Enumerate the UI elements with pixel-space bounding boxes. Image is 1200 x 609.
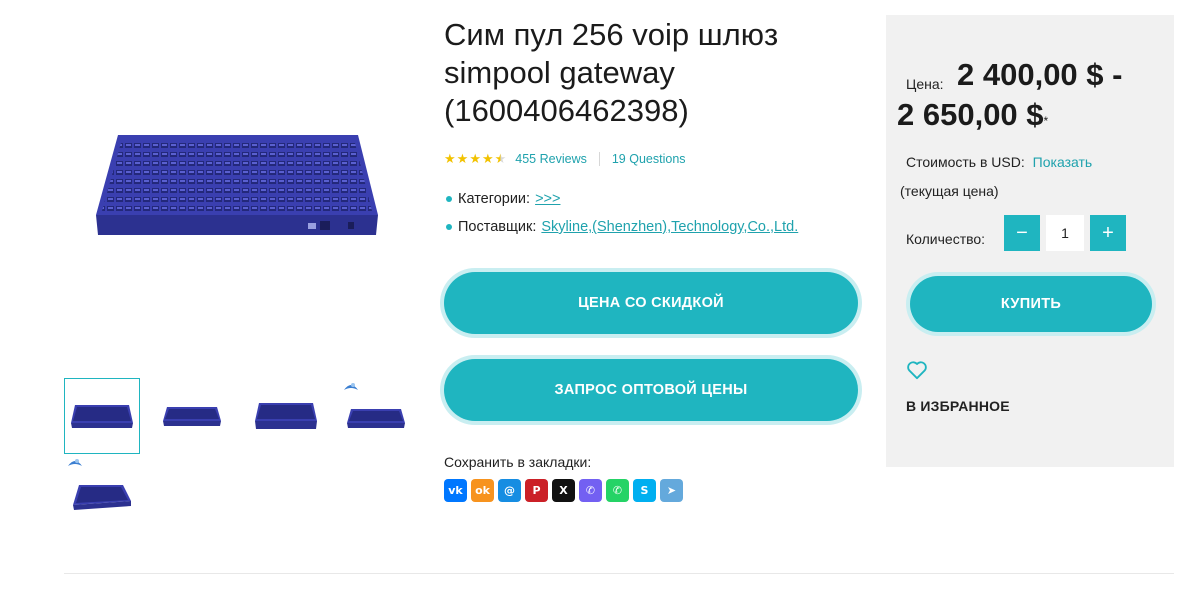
section-divider xyxy=(64,573,1174,574)
categories-line: Категории: >>> xyxy=(446,191,560,207)
telegram-icon[interactable]: ➤ xyxy=(660,479,683,502)
skype-icon[interactable]: S xyxy=(633,479,656,502)
thumbnail-image xyxy=(73,485,131,510)
price-panel: Цена: 2 400,00 $ - 2 650,00 $* Стоимость… xyxy=(886,15,1174,467)
wholesale-price-request-button[interactable]: ЗАПРОС ОПТОВОЙ ЦЕНЫ xyxy=(444,359,858,421)
main-product-image[interactable] xyxy=(70,20,405,350)
heart-icon[interactable] xyxy=(906,360,928,380)
thumbnail-image xyxy=(347,409,405,428)
product-title: Сим пул 256 voip шлюз simpool gateway (1… xyxy=(444,17,779,128)
odnoklassniki-icon[interactable]: ok xyxy=(471,479,494,502)
share-buttons: vk ok @ P X ✆ ✆ S ➤ xyxy=(444,479,683,502)
bullet-icon xyxy=(446,196,452,202)
gallery-thumbnail[interactable] xyxy=(154,378,230,454)
gallery-thumbnail[interactable] xyxy=(64,458,140,534)
gallery-thumbnail[interactable] xyxy=(338,378,414,454)
rating-row: ★ ★ ★ ★ ★ 455 Reviews 19 Questions xyxy=(444,150,686,168)
pinterest-icon[interactable]: P xyxy=(525,479,548,502)
quantity-increase-button[interactable]: + xyxy=(1090,215,1126,251)
usd-row: Стоимость в USD: Показать xyxy=(906,154,1092,170)
rating-stars: ★ ★ ★ ★ ★ xyxy=(444,151,506,167)
x-icon[interactable]: X xyxy=(552,479,575,502)
star-icon: ★ xyxy=(469,151,481,166)
thumbnail-image xyxy=(163,407,221,426)
reviews-link[interactable]: 455 Reviews xyxy=(515,152,587,166)
moimir-icon[interactable]: @ xyxy=(498,479,521,502)
gallery-thumbnail[interactable] xyxy=(64,378,140,454)
star-icon: ★ xyxy=(456,151,469,166)
supplier-link[interactable]: Skyline,(Shenzhen),Technology,Co.,Ltd. xyxy=(541,219,798,235)
price-range-to-value: 2 650,00 $ xyxy=(897,97,1044,132)
supplier-line: Поставщик: Skyline,(Shenzhen),Technology… xyxy=(446,219,798,235)
show-usd-link[interactable]: Показать xyxy=(1033,154,1093,170)
thumbnail-image xyxy=(71,405,133,428)
categories-label: Категории: xyxy=(458,191,531,207)
questions-link[interactable]: 19 Questions xyxy=(612,152,686,166)
price-range-to: 2 650,00 $* xyxy=(897,97,1048,133)
quantity-input[interactable] xyxy=(1046,215,1084,251)
vk-icon[interactable]: vk xyxy=(444,479,467,502)
simpool-device-image xyxy=(95,135,378,235)
price-asterisk: * xyxy=(1043,114,1049,128)
gallery-thumbnail[interactable] xyxy=(248,378,324,454)
thumbnail-image xyxy=(255,403,317,429)
add-to-favorites-link[interactable]: В ИЗБРАННОЕ xyxy=(906,398,1010,414)
divider xyxy=(598,152,600,166)
quantity-label: Количество: xyxy=(906,231,986,247)
quantity-decrease-button[interactable]: − xyxy=(1004,215,1040,251)
viber-icon[interactable]: ✆ xyxy=(579,479,602,502)
star-icon: ★ xyxy=(444,151,456,166)
discount-price-button[interactable]: ЦЕНА СО СКИДКОЙ xyxy=(444,272,858,334)
supplier-label: Поставщик: xyxy=(458,219,537,235)
whatsapp-icon[interactable]: ✆ xyxy=(606,479,629,502)
price-range-from: 2 400,00 $ - xyxy=(957,57,1123,92)
star-icon: ★ xyxy=(481,151,494,166)
half-star-icon: ★ xyxy=(494,151,507,166)
categories-link[interactable]: >>> xyxy=(535,191,560,207)
buy-button[interactable]: КУПИТЬ xyxy=(910,276,1152,332)
current-price-note: (текущая цена) xyxy=(900,183,999,199)
bullet-icon xyxy=(446,224,452,230)
usd-label: Стоимость в USD: xyxy=(906,154,1025,170)
bookmarks-label: Сохранить в закладки: xyxy=(444,454,592,470)
price-label: Цена: xyxy=(906,76,944,92)
